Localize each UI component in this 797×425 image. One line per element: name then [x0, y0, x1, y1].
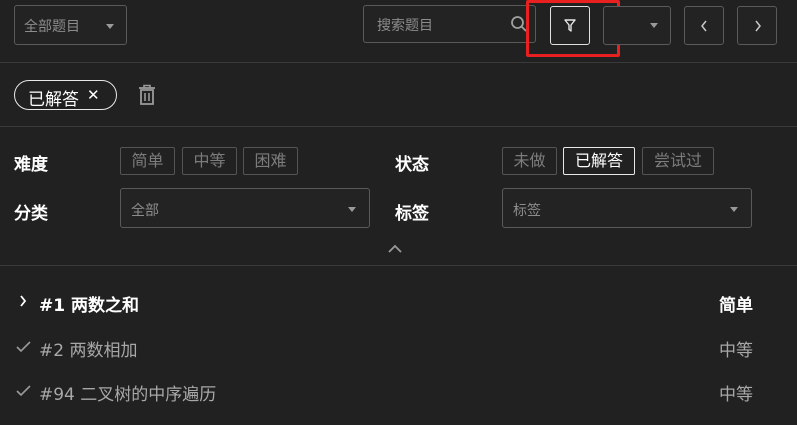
divider	[0, 265, 797, 266]
difficulty-label: 难度	[14, 155, 48, 175]
problem-title: #2 两数相加	[39, 341, 138, 361]
chevron-down-icon	[730, 207, 738, 212]
category-filter-value: 全部	[131, 203, 159, 219]
close-icon[interactable]: ✕	[87, 86, 100, 104]
category-select-value: 全部题目	[24, 19, 80, 35]
active-filter-chip[interactable]: 已解答 ✕	[14, 80, 117, 110]
chevron-down-icon	[650, 23, 658, 28]
problem-difficulty: 简单	[719, 296, 753, 316]
problem-difficulty: 中等	[719, 341, 753, 361]
difficulty-option-medium[interactable]: 中等	[182, 147, 237, 175]
category-filter-select[interactable]: 全部	[120, 188, 370, 228]
problem-title: #94 二叉树的中序遍历	[39, 385, 217, 405]
list-item[interactable]: #1 两数之和 简单	[0, 284, 797, 320]
problem-difficulty: 中等	[719, 385, 753, 405]
divider	[0, 126, 797, 127]
chevron-left-icon	[701, 20, 707, 32]
status-label: 状态	[395, 155, 429, 175]
check-icon	[16, 341, 31, 353]
status-option-solved[interactable]: 已解答	[563, 147, 635, 175]
check-icon	[16, 385, 31, 397]
status-option-attempted[interactable]: 尝试过	[642, 147, 714, 175]
prev-page-button[interactable]	[684, 6, 724, 45]
category-label: 分类	[14, 204, 48, 224]
active-filter-label: 已解答	[28, 90, 79, 110]
sort-select[interactable]	[603, 6, 671, 45]
divider	[0, 62, 797, 63]
status-option-todo[interactable]: 未做	[502, 147, 557, 175]
tag-filter-select[interactable]: 标签	[502, 188, 752, 228]
search-input[interactable]: 搜索题目	[377, 15, 433, 35]
next-page-button[interactable]	[737, 6, 777, 45]
chevron-right-icon	[755, 20, 761, 32]
difficulty-option-easy[interactable]: 简单	[120, 147, 175, 175]
filter-icon	[564, 19, 576, 32]
tag-label: 标签	[395, 204, 429, 224]
chevron-down-icon	[348, 207, 356, 212]
difficulty-option-hard[interactable]: 困难	[243, 147, 298, 175]
list-item[interactable]: #2 两数相加 中等	[0, 329, 797, 365]
trash-icon[interactable]	[138, 84, 156, 105]
problem-title: #1 两数之和	[39, 296, 139, 316]
category-select[interactable]: 全部题目	[14, 5, 127, 45]
search-field[interactable]: 搜索题目	[363, 5, 536, 43]
tag-filter-placeholder: 标签	[513, 203, 541, 219]
chevron-down-icon	[106, 24, 114, 29]
list-item[interactable]: #94 二叉树的中序遍历 中等	[0, 373, 797, 409]
filter-button[interactable]	[550, 6, 590, 45]
collapse-chevron-up-icon[interactable]	[386, 243, 404, 255]
chevron-right-icon	[20, 295, 27, 307]
